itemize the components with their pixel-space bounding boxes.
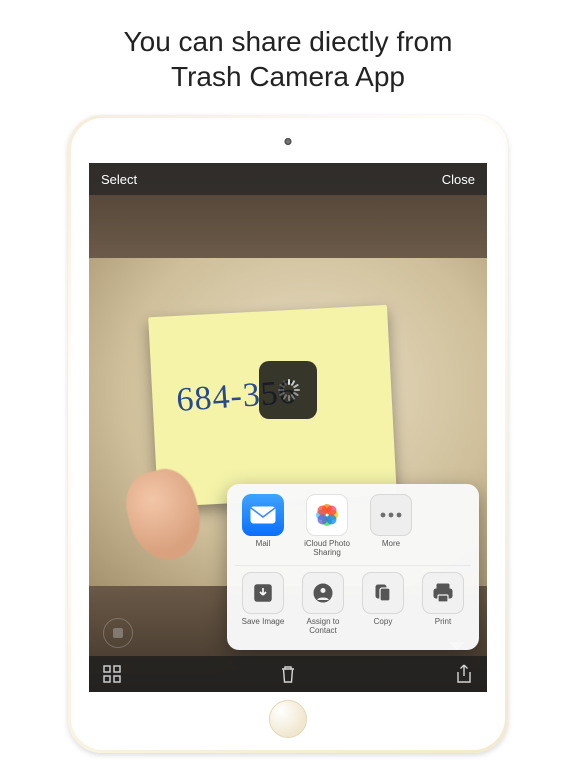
action-label: Print [435, 618, 451, 634]
headline-line2: Trash Camera App [171, 61, 405, 92]
grid-icon[interactable] [103, 665, 121, 683]
ipad-frame: 684-356 Select Close [68, 115, 508, 753]
home-button[interactable] [269, 700, 307, 738]
contact-icon [302, 572, 344, 614]
share-app-label: More [382, 540, 400, 556]
spinner-icon [277, 379, 299, 401]
action-label: Save Image [242, 618, 285, 634]
select-button[interactable]: Select [101, 172, 137, 187]
action-print[interactable]: Print [415, 572, 471, 636]
top-navbar: Select Close [89, 163, 487, 195]
share-app-more[interactable]: More [363, 494, 419, 558]
app-screen: 684-356 Select Close [89, 163, 487, 692]
save-image-icon [242, 572, 284, 614]
print-icon [422, 572, 464, 614]
share-icon[interactable] [455, 665, 473, 683]
action-copy[interactable]: Copy [355, 572, 411, 636]
share-app-icloud-photo[interactable]: iCloud Photo Sharing [299, 494, 355, 558]
device-camera [285, 138, 292, 145]
photos-icon [306, 494, 348, 536]
more-icon [370, 494, 412, 536]
share-sheet: Mail [227, 484, 479, 650]
action-save-image[interactable]: Save Image [235, 572, 291, 636]
action-label: Assign to Contact [295, 618, 351, 636]
share-app-label: Mail [256, 540, 271, 556]
bottom-toolbar [89, 656, 487, 692]
headline-line1: You can share diectly from [124, 26, 453, 57]
marketing-headline: You can share diectly from Trash Camera … [0, 0, 576, 94]
mail-icon [242, 494, 284, 536]
stop-button[interactable] [103, 618, 133, 648]
trash-icon[interactable] [279, 665, 297, 683]
close-button[interactable]: Close [442, 172, 475, 187]
share-app-label: iCloud Photo Sharing [299, 540, 355, 558]
loading-overlay [259, 361, 317, 419]
action-label: Copy [374, 618, 393, 634]
action-assign-contact[interactable]: Assign to Contact [295, 572, 351, 636]
share-app-mail[interactable]: Mail [235, 494, 291, 558]
copy-icon [362, 572, 404, 614]
